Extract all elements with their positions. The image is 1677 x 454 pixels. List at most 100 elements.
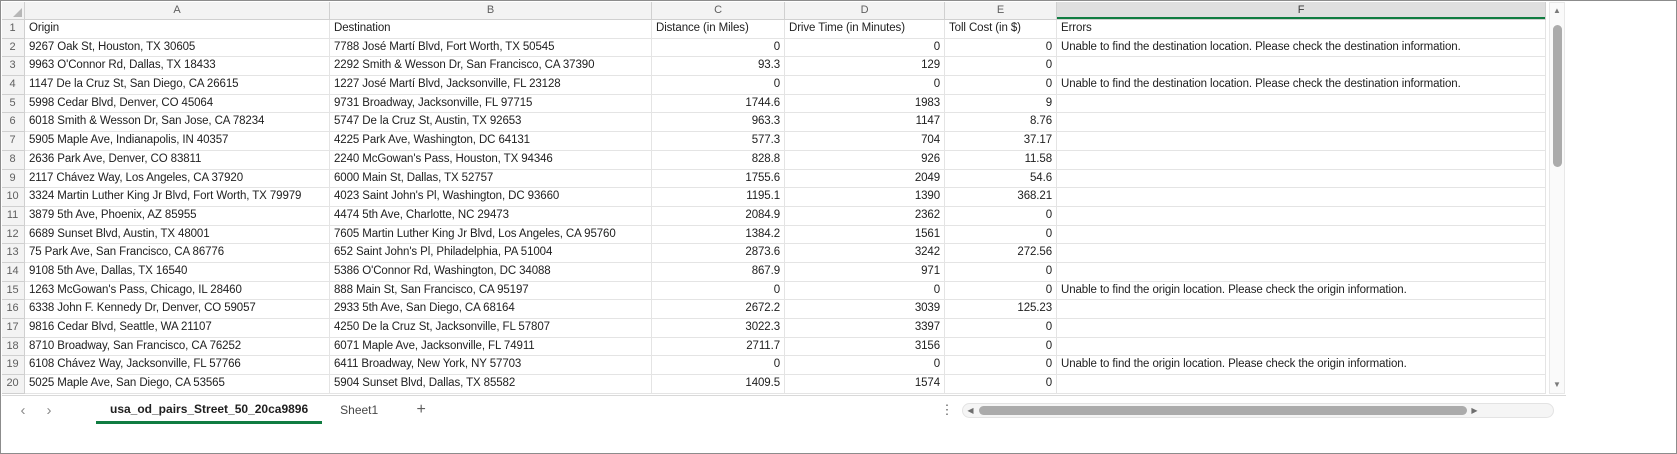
- cell-B15[interactable]: 888 Main St, San Francisco, CA 95197: [330, 282, 652, 301]
- sheet-tab-usa-od-pairs[interactable]: usa_od_pairs_Street_50_20ca9896: [96, 396, 322, 424]
- cell-A14[interactable]: 9108 5th Ave, Dallas, TX 16540: [25, 263, 330, 282]
- cell-E15[interactable]: 0: [945, 282, 1057, 301]
- cell-D6[interactable]: 1147: [785, 113, 945, 132]
- cell-F19[interactable]: Unable to find the origin location. Plea…: [1057, 356, 1546, 375]
- cell-F16[interactable]: [1057, 300, 1546, 319]
- cell-E8[interactable]: 11.58: [945, 151, 1057, 170]
- cell-C6[interactable]: 963.3: [652, 113, 785, 132]
- cell-A17[interactable]: 9816 Cedar Blvd, Seattle, WA 21107: [25, 319, 330, 338]
- cell-D2[interactable]: 0: [785, 39, 945, 58]
- cell-D8[interactable]: 926: [785, 151, 945, 170]
- cell-C10[interactable]: 1195.1: [652, 188, 785, 207]
- cell-B6[interactable]: 5747 De la Cruz St, Austin, TX 92653: [330, 113, 652, 132]
- cell-F2[interactable]: Unable to find the destination location.…: [1057, 39, 1546, 58]
- cell-E3[interactable]: 0: [945, 57, 1057, 76]
- cell-E5[interactable]: 9: [945, 95, 1057, 114]
- scroll-right-icon[interactable]: ▶: [1467, 404, 1482, 417]
- cell-C3[interactable]: 93.3: [652, 57, 785, 76]
- horizontal-scrollbar-thumb[interactable]: [979, 406, 1467, 415]
- cell-E19[interactable]: 0: [945, 356, 1057, 375]
- cell-A11[interactable]: 3879 5th Ave, Phoenix, AZ 85955: [25, 207, 330, 226]
- cell-E18[interactable]: 0: [945, 338, 1057, 357]
- row-header-2[interactable]: 2: [2, 39, 25, 58]
- column-header-E[interactable]: E: [945, 2, 1057, 20]
- cell-D14[interactable]: 971: [785, 263, 945, 282]
- cell-A13[interactable]: 75 Park Ave, San Francisco, CA 86776: [25, 244, 330, 263]
- scroll-down-icon[interactable]: ▼: [1550, 377, 1564, 393]
- cell-D9[interactable]: 2049: [785, 170, 945, 189]
- row-header-17[interactable]: 17: [2, 319, 25, 338]
- cell-A8[interactable]: 2636 Park Ave, Denver, CO 83811: [25, 151, 330, 170]
- cell-D13[interactable]: 3242: [785, 244, 945, 263]
- cell-E16[interactable]: 125.23: [945, 300, 1057, 319]
- cell-C15[interactable]: 0: [652, 282, 785, 301]
- cell-F12[interactable]: [1057, 226, 1546, 245]
- cell-E17[interactable]: 0: [945, 319, 1057, 338]
- cell-C19[interactable]: 0: [652, 356, 785, 375]
- cell-D20[interactable]: 1574: [785, 375, 945, 394]
- cell-B17[interactable]: 4250 De la Cruz St, Jacksonville, FL 578…: [330, 319, 652, 338]
- cell-C7[interactable]: 577.3: [652, 132, 785, 151]
- cell-A16[interactable]: 6338 John F. Kennedy Dr, Denver, CO 5905…: [25, 300, 330, 319]
- cell-A19[interactable]: 6108 Chávez Way, Jacksonville, FL 57766: [25, 356, 330, 375]
- row-header-1[interactable]: 1: [2, 20, 25, 39]
- cell-B19[interactable]: 6411 Broadway, New York, NY 57703: [330, 356, 652, 375]
- horizontal-scrollbar[interactable]: ◀ ▶: [962, 403, 1554, 418]
- column-header-B[interactable]: B: [330, 2, 652, 20]
- row-header-9[interactable]: 9: [2, 170, 25, 189]
- cell-B4[interactable]: 1227 José Martí Blvd, Jacksonville, FL 2…: [330, 76, 652, 95]
- cell-B2[interactable]: 7788 José Martí Blvd, Fort Worth, TX 505…: [330, 39, 652, 58]
- cell-B3[interactable]: 2292 Smith & Wesson Dr, San Francisco, C…: [330, 57, 652, 76]
- cell-A7[interactable]: 5905 Maple Ave, Indianapolis, IN 40357: [25, 132, 330, 151]
- scroll-up-icon[interactable]: ▲: [1550, 3, 1564, 19]
- cell-E13[interactable]: 272.56: [945, 244, 1057, 263]
- cell-F5[interactable]: [1057, 95, 1546, 114]
- row-header-3[interactable]: 3: [2, 57, 25, 76]
- cell-D18[interactable]: 3156: [785, 338, 945, 357]
- row-header-16[interactable]: 16: [2, 300, 25, 319]
- cell-C18[interactable]: 2711.7: [652, 338, 785, 357]
- cell-D7[interactable]: 704: [785, 132, 945, 151]
- cell-F15[interactable]: Unable to find the origin location. Plea…: [1057, 282, 1546, 301]
- cell-C9[interactable]: 1755.6: [652, 170, 785, 189]
- cell-A2[interactable]: 9267 Oak St, Houston, TX 30605: [25, 39, 330, 58]
- cell-E9[interactable]: 54.6: [945, 170, 1057, 189]
- cell-B16[interactable]: 2933 5th Ave, San Diego, CA 68164: [330, 300, 652, 319]
- cell-F9[interactable]: [1057, 170, 1546, 189]
- cell-E11[interactable]: 0: [945, 207, 1057, 226]
- column-header-D[interactable]: D: [785, 2, 945, 20]
- column-header-F[interactable]: F: [1057, 2, 1546, 20]
- cell-F18[interactable]: [1057, 338, 1546, 357]
- cell-D16[interactable]: 3039: [785, 300, 945, 319]
- cell-A20[interactable]: 5025 Maple Ave, San Diego, CA 53565: [25, 375, 330, 394]
- cell-F4[interactable]: Unable to find the destination location.…: [1057, 76, 1546, 95]
- cell-C1[interactable]: Distance (in Miles): [652, 20, 785, 39]
- cell-C11[interactable]: 2084.9: [652, 207, 785, 226]
- cell-D11[interactable]: 2362: [785, 207, 945, 226]
- cell-D19[interactable]: 0: [785, 356, 945, 375]
- cell-E1[interactable]: Toll Cost (in $): [945, 20, 1057, 39]
- cell-A12[interactable]: 6689 Sunset Blvd, Austin, TX 48001: [25, 226, 330, 245]
- cell-B20[interactable]: 5904 Sunset Blvd, Dallas, TX 85582: [330, 375, 652, 394]
- add-sheet-button[interactable]: +: [406, 396, 436, 424]
- row-header-5[interactable]: 5: [2, 95, 25, 114]
- cell-F13[interactable]: [1057, 244, 1546, 263]
- sheet-nav-next-button[interactable]: ›: [36, 396, 62, 424]
- cell-F11[interactable]: [1057, 207, 1546, 226]
- row-header-6[interactable]: 6: [2, 113, 25, 132]
- cell-A18[interactable]: 8710 Broadway, San Francisco, CA 76252: [25, 338, 330, 357]
- cell-F3[interactable]: [1057, 57, 1546, 76]
- cell-C14[interactable]: 867.9: [652, 263, 785, 282]
- cell-C17[interactable]: 3022.3: [652, 319, 785, 338]
- cell-D3[interactable]: 129: [785, 57, 945, 76]
- cell-D1[interactable]: Drive Time (in Minutes): [785, 20, 945, 39]
- cell-D5[interactable]: 1983: [785, 95, 945, 114]
- row-header-4[interactable]: 4: [2, 76, 25, 95]
- cell-F8[interactable]: [1057, 151, 1546, 170]
- cell-A4[interactable]: 1147 De la Cruz St, San Diego, CA 26615: [25, 76, 330, 95]
- cell-F7[interactable]: [1057, 132, 1546, 151]
- row-header-12[interactable]: 12: [2, 226, 25, 245]
- sheet-tab-sheet1[interactable]: Sheet1: [326, 396, 392, 424]
- cell-C20[interactable]: 1409.5: [652, 375, 785, 394]
- cell-B5[interactable]: 9731 Broadway, Jacksonville, FL 97715: [330, 95, 652, 114]
